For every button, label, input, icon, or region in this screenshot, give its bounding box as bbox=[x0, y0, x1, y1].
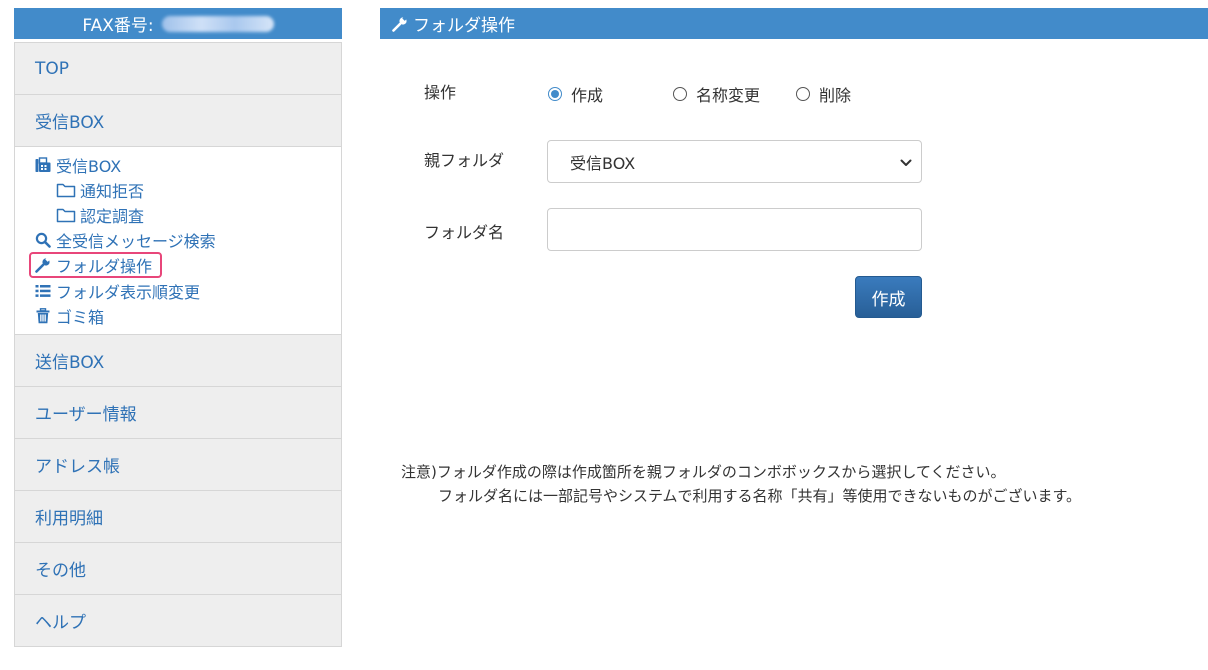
submenu-item-label: 受信BOX bbox=[56, 156, 122, 176]
create-button[interactable]: 作成 bbox=[855, 276, 922, 318]
folder-name-input[interactable] bbox=[547, 208, 922, 251]
fax-number-header: FAX番号: bbox=[14, 8, 342, 39]
trash-icon bbox=[33, 307, 53, 325]
page-title: フォルダ操作 bbox=[413, 16, 515, 36]
fax-number-label: FAX番号: bbox=[82, 16, 154, 36]
menu-item-label: 受信BOX bbox=[35, 113, 105, 133]
notes: 注意)フォルダ作成の際は作成箇所を親フォルダのコンボボックスから選択してください… bbox=[401, 460, 1081, 508]
submenu-item-trash[interactable]: ゴミ箱 bbox=[33, 303, 104, 328]
radio-label: 作成 bbox=[571, 86, 604, 105]
submenu-item-label: 全受信メッセージ検索 bbox=[56, 231, 216, 251]
menu-item-label: アドレス帳 bbox=[35, 457, 120, 477]
submenu-item-reject[interactable]: 通知拒否 bbox=[33, 177, 144, 202]
parent-folder-select[interactable]: 受信BOX bbox=[547, 140, 922, 183]
menu-item-top[interactable]: TOP bbox=[14, 42, 342, 95]
radio-circle[interactable] bbox=[796, 87, 811, 101]
submenu-item-label: ゴミ箱 bbox=[56, 307, 105, 327]
menu-item-usage[interactable]: 利用明細 bbox=[14, 491, 342, 543]
note-line-1: 注意)フォルダ作成の際は作成箇所を親フォルダのコンボボックスから選択してください… bbox=[401, 463, 1006, 481]
folder-name-label: フォルダ名 bbox=[424, 223, 505, 242]
chevron-down-icon bbox=[899, 155, 913, 174]
radio-label: 削除 bbox=[819, 86, 852, 105]
menu-item-help[interactable]: ヘルプ bbox=[14, 595, 342, 647]
submenu-item-inbox[interactable]: 受信BOX bbox=[33, 152, 121, 177]
folder-icon bbox=[55, 206, 77, 224]
menu-item-address-book[interactable]: アドレス帳 bbox=[14, 439, 342, 491]
menu-item-label: TOP bbox=[35, 58, 70, 79]
fax-machine-icon bbox=[33, 156, 53, 174]
menu-item-label: 利用明細 bbox=[35, 509, 103, 529]
submenu-item-label: 通知拒否 bbox=[80, 181, 145, 201]
note-line-2: フォルダ名には一部記号やシステムで利用する名称「共有」等使用できないものがござい… bbox=[438, 487, 1082, 505]
radio-create[interactable]: 作成 bbox=[548, 82, 603, 106]
submenu-item-label: フォルダ表示順変更 bbox=[56, 282, 201, 302]
search-icon bbox=[33, 231, 53, 249]
inbox-submenu: 受信BOX 通知拒否 認定調査 全受信メッセージ検索 フォルダ操作 フォルダ表示… bbox=[14, 147, 342, 335]
operation-radio-group: 作成 名称変更 削除 bbox=[548, 82, 851, 106]
radio-circle[interactable] bbox=[548, 87, 562, 101]
radio-label: 名称変更 bbox=[696, 86, 761, 105]
folder-icon bbox=[55, 181, 77, 199]
sidebar: FAX番号: TOP 受信BOX 受信BOX 通知拒否 認定調査 全受信メッセー… bbox=[14, 8, 342, 647]
menu-item-label: ヘルプ bbox=[35, 613, 86, 633]
list-icon bbox=[33, 282, 53, 300]
parent-folder-selected: 受信BOX bbox=[570, 153, 636, 173]
wrench-icon bbox=[392, 15, 408, 32]
menu-item-user-info[interactable]: ユーザー情報 bbox=[14, 387, 342, 439]
menu-item-other[interactable]: その他 bbox=[14, 543, 342, 595]
menu-item-label: その他 bbox=[35, 561, 86, 581]
menu-item-inbox[interactable]: 受信BOX bbox=[14, 95, 342, 147]
menu-item-label: ユーザー情報 bbox=[35, 405, 137, 425]
fax-number-redacted bbox=[161, 15, 274, 32]
section-header: フォルダ操作 bbox=[380, 8, 1208, 39]
radio-circle[interactable] bbox=[673, 87, 688, 101]
submenu-item-search-all[interactable]: 全受信メッセージ検索 bbox=[33, 227, 216, 252]
radio-rename[interactable]: 名称変更 bbox=[673, 82, 760, 106]
menu-item-outbox[interactable]: 送信BOX bbox=[14, 335, 342, 387]
menu-item-label: 送信BOX bbox=[35, 353, 105, 373]
operation-label: 操作 bbox=[424, 83, 457, 102]
submenu-item-label: フォルダ操作 bbox=[56, 257, 153, 276]
submenu-item-label: 認定調査 bbox=[80, 206, 145, 226]
submenu-item-folder-ops[interactable]: フォルダ操作 bbox=[29, 252, 163, 278]
submenu-item-verify[interactable]: 認定調査 bbox=[33, 202, 144, 227]
create-button-label: 作成 bbox=[871, 289, 906, 310]
parent-folder-label: 親フォルダ bbox=[424, 151, 505, 170]
submenu-item-folder-order[interactable]: フォルダ表示順変更 bbox=[33, 278, 200, 303]
main-panel: フォルダ操作 操作 作成 名称変更 削除 親フォルダ 受信BOX フォルダ名 作… bbox=[380, 8, 1208, 505]
wrench-icon bbox=[33, 256, 53, 274]
radio-delete[interactable]: 削除 bbox=[796, 82, 851, 106]
